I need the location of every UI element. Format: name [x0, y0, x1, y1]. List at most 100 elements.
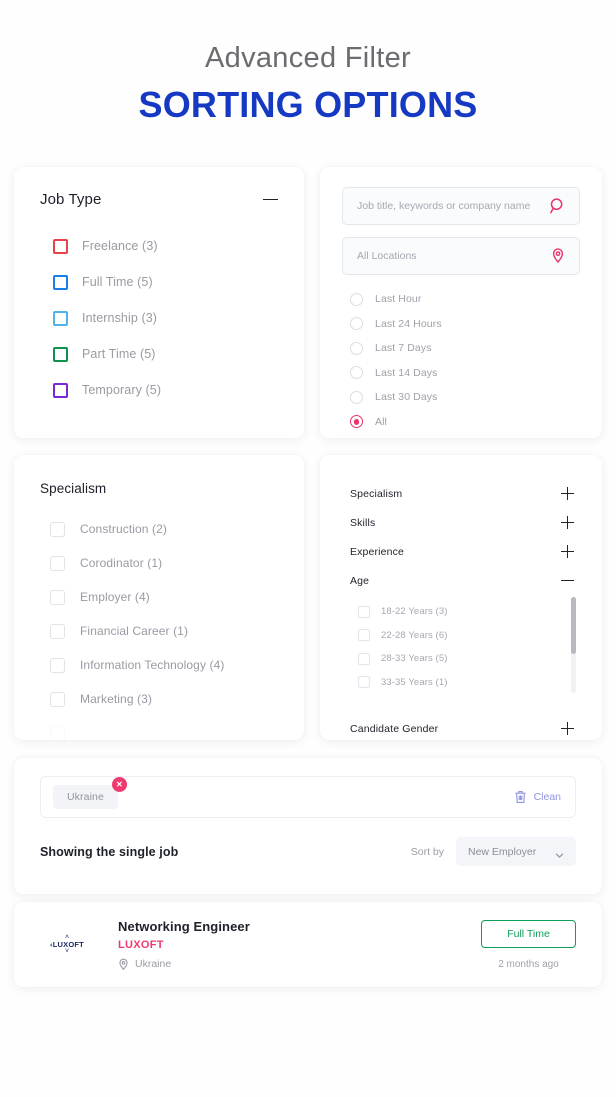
- job-type-title: Job Type: [40, 191, 102, 209]
- chevron-down-icon[interactable]: [555, 847, 564, 858]
- job-title[interactable]: Networking Engineer: [118, 919, 481, 934]
- radio-circle[interactable]: [350, 366, 363, 380]
- job-listing-item[interactable]: ˄ ‹LUXOFT ˅ Networking Engineer LUXOFT U…: [14, 902, 602, 988]
- accordion-section-skills[interactable]: Skills: [342, 508, 580, 537]
- job-type-option-temporary[interactable]: Temporary (5): [40, 372, 278, 408]
- job-type-option-freelance[interactable]: Freelance (3): [40, 228, 278, 264]
- sort-by-label: Sort by: [410, 845, 444, 858]
- checkbox-age-18-22[interactable]: [358, 605, 370, 618]
- checkbox-marketing[interactable]: [50, 691, 65, 707]
- accordion-label: Experience: [350, 545, 405, 558]
- radio-option-last-14-days[interactable]: Last 14 Days: [342, 361, 580, 386]
- plus-icon[interactable]: [561, 516, 574, 530]
- specialism-option-financial-career[interactable]: Financial Career (1): [40, 614, 278, 648]
- radio-option-last-30-days[interactable]: Last 30 Days: [342, 385, 580, 410]
- job-type-option-full-time[interactable]: Full Time (5): [40, 264, 278, 300]
- scrollbar-thumb[interactable]: [571, 597, 576, 655]
- age-option-33-35[interactable]: 33-35 Years (1): [342, 671, 580, 695]
- specialism-title: Specialism: [40, 481, 107, 497]
- filter-row-bottom: Specialism Construction (2) Corodinator …: [0, 455, 616, 741]
- checkbox-internship[interactable]: [53, 310, 68, 326]
- filter-tag-ukraine[interactable]: Ukraine ✕: [53, 777, 127, 810]
- job-location: Ukraine: [118, 958, 481, 971]
- accordion-label: Candidate Gender: [350, 722, 439, 735]
- radio-circle-selected[interactable]: [350, 415, 363, 429]
- age-option-28-33[interactable]: 28-33 Years (5): [342, 647, 580, 671]
- radio-circle[interactable]: [350, 390, 363, 404]
- location-pin-icon[interactable]: [549, 247, 567, 265]
- close-icon[interactable]: ✕: [111, 777, 127, 793]
- job-type-header[interactable]: Job Type: [40, 191, 278, 208]
- clean-label: Clean: [533, 791, 561, 804]
- radio-circle[interactable]: [350, 341, 363, 355]
- plus-icon[interactable]: [561, 722, 574, 736]
- checkbox-information-technology[interactable]: [50, 657, 65, 673]
- checkbox-freelance[interactable]: [53, 238, 68, 254]
- specialism-option-corodinator[interactable]: Corodinator (1): [40, 546, 278, 580]
- age-label: 22-28 Years (6): [381, 629, 448, 641]
- specialism-option-information-technology[interactable]: Information Technology (4): [40, 648, 278, 682]
- accordion-section-specialism[interactable]: Specialism: [342, 479, 580, 508]
- plus-icon[interactable]: [561, 545, 574, 559]
- specialism-label: Information Technology (4): [80, 658, 225, 673]
- age-option-18-22[interactable]: 18-22 Years (3): [342, 600, 580, 624]
- company-logo: ˄ ‹LUXOFT ˅: [40, 917, 94, 972]
- checkbox-full-time[interactable]: [53, 274, 68, 290]
- specialism-label: Financial Career (1): [80, 624, 189, 639]
- checkbox-construction[interactable]: [50, 521, 65, 537]
- specialism-option-construction[interactable]: Construction (2): [40, 512, 278, 546]
- checkbox-employer[interactable]: [50, 589, 65, 605]
- checkbox-age-28-33[interactable]: [358, 652, 370, 665]
- keyword-search-field[interactable]: [342, 187, 580, 226]
- page-title: SORTING OPTIONS: [138, 84, 478, 126]
- job-posted-time: 2 months ago: [498, 958, 559, 970]
- checkbox-financial-career[interactable]: [50, 623, 65, 639]
- location-input[interactable]: [357, 250, 549, 263]
- job-type-card: Job Type Freelance (3) Full Time (5) Int…: [14, 167, 304, 439]
- trash-icon: [514, 790, 527, 804]
- checkbox-temporary[interactable]: [53, 382, 68, 398]
- job-type-option-internship[interactable]: Internship (3): [40, 300, 278, 336]
- accordion-section-candidate-gender[interactable]: Candidate Gender: [342, 714, 580, 740]
- radio-circle[interactable]: [350, 292, 363, 306]
- clean-filters-button[interactable]: Clean: [514, 790, 561, 804]
- filter-row-top: Job Type Freelance (3) Full Time (5) Int…: [0, 167, 616, 439]
- scrollbar-track[interactable]: [571, 597, 576, 694]
- search-input[interactable]: [357, 200, 549, 213]
- checkbox-corodinator[interactable]: [50, 555, 65, 571]
- age-options-list: 18-22 Years (3) 22-28 Years (6) 28-33 Ye…: [342, 595, 580, 700]
- radio-label: Last 14 Days: [375, 366, 438, 379]
- plus-icon[interactable]: [561, 487, 574, 501]
- sort-select[interactable]: New Employer: [456, 837, 576, 867]
- checkbox-age-22-28[interactable]: [358, 629, 370, 642]
- checkbox-age-33-35[interactable]: [358, 676, 370, 689]
- page-root: Advanced Filter SORTING OPTIONS Job Type…: [0, 0, 616, 1097]
- chevron-down-icon: ˅: [64, 948, 70, 956]
- accordion-section-age[interactable]: Age: [342, 566, 580, 595]
- radio-option-last-24-hours[interactable]: Last 24 Hours: [342, 312, 580, 337]
- specialism-option-marketing[interactable]: Marketing (3): [40, 682, 278, 716]
- job-type-badge[interactable]: Full Time: [481, 919, 576, 948]
- search-icon[interactable]: [549, 197, 567, 215]
- specialism-option-employer[interactable]: Employer (4): [40, 580, 278, 614]
- radio-option-last-7-days[interactable]: Last 7 Days: [342, 336, 580, 361]
- results-row: Ukraine ✕ Clean Showing the single job S…: [0, 758, 616, 895]
- age-label: 18-22 Years (3): [381, 606, 448, 618]
- minus-icon[interactable]: [263, 198, 278, 201]
- checkbox-part-time[interactable]: [53, 346, 68, 362]
- accordion-label: Specialism: [350, 487, 403, 500]
- advanced-filter-accordion-card: Specialism Skills Experience Age 18-22 Y…: [320, 455, 602, 741]
- job-company[interactable]: LUXOFT: [118, 939, 481, 951]
- sort-selected-value: New Employer: [468, 845, 537, 858]
- location-search-field[interactable]: [342, 237, 580, 276]
- radio-option-last-hour[interactable]: Last Hour: [342, 287, 580, 312]
- age-option-22-28[interactable]: 22-28 Years (6): [342, 624, 580, 648]
- accordion-section-experience[interactable]: Experience: [342, 537, 580, 566]
- checkbox-clipped[interactable]: [50, 725, 65, 741]
- specialism-option-clipped[interactable]: [40, 716, 278, 741]
- minus-icon[interactable]: [561, 574, 574, 587]
- job-type-option-part-time[interactable]: Part Time (5): [40, 336, 278, 372]
- specialism-label: Corodinator (1): [80, 556, 163, 571]
- radio-circle[interactable]: [350, 317, 363, 331]
- radio-option-all[interactable]: All: [342, 410, 580, 435]
